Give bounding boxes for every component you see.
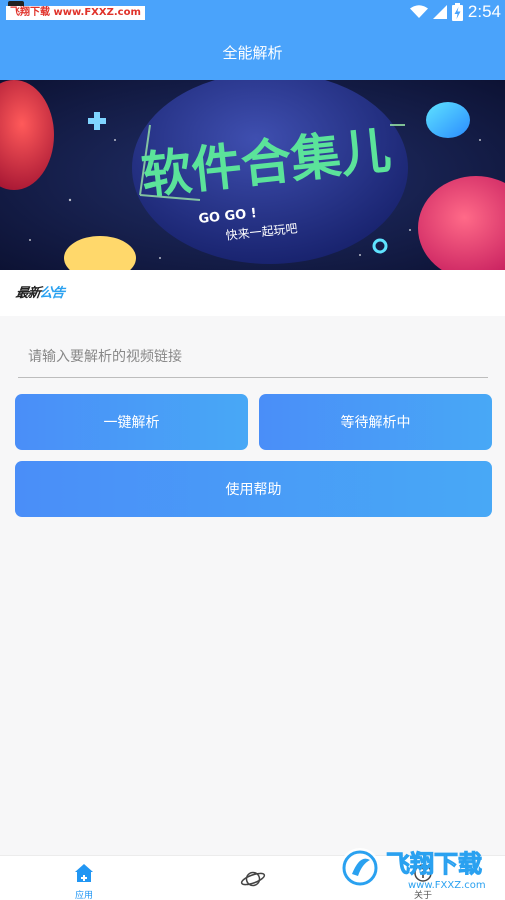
help-button[interactable]: 使用帮助	[15, 461, 492, 517]
watermark-top: 飞翔下载 www.FXXZ.com	[6, 6, 145, 20]
wifi-icon	[409, 5, 428, 18]
parse-button[interactable]: 一键解析	[15, 394, 248, 450]
notice-label: 最新公告	[15, 282, 66, 301]
home-icon	[75, 864, 93, 882]
tab-discover[interactable]	[198, 856, 308, 900]
video-url-input[interactable]	[18, 336, 488, 378]
status-indicators: 2:54	[409, 2, 501, 22]
page-title: 全能解析	[222, 44, 283, 62]
notice-label-highlight: 公告	[38, 286, 65, 301]
signal-icon	[432, 5, 447, 19]
watermark-bottom: 飞翔下载 www.FXXZ.com	[338, 838, 498, 894]
watermark-brand: 飞翔下载	[386, 850, 482, 878]
banner-artwork: 软件合集儿 GO GO ! 快来一起玩吧	[0, 80, 505, 270]
tab-app-label: 应用	[74, 891, 93, 900]
status-time: 2:54	[467, 2, 501, 21]
notice-label-prefix: 最新	[14, 286, 41, 301]
battery-charging-icon	[451, 3, 463, 21]
status-bar: 飞翔下载 www.FXXZ.com 2:54	[0, 0, 505, 24]
promo-banner[interactable]: 软件合集儿 GO GO ! 快来一起玩吧	[0, 80, 505, 270]
watermark-logo-icon: 飞翔下载 www.FXXZ.com	[340, 848, 486, 891]
notice-bar[interactable]: 最新公告	[0, 270, 505, 316]
tab-app[interactable]: 应用	[29, 856, 139, 900]
watermark-url: www.FXXZ.com	[408, 880, 486, 891]
waiting-button[interactable]: 等待解析中	[259, 394, 492, 450]
app-header: 飞翔下载 www.FXXZ.com 2:54 全能解析	[0, 0, 505, 80]
planet-icon	[240, 871, 266, 887]
